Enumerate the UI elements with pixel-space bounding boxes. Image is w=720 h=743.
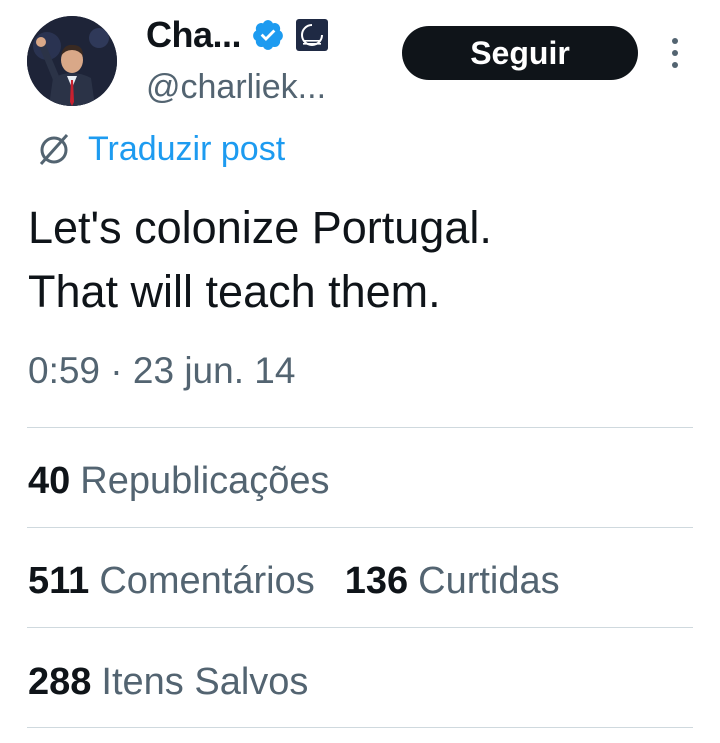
avatar-image xyxy=(27,16,117,106)
divider xyxy=(27,527,693,528)
follow-button[interactable]: Seguir xyxy=(402,26,638,80)
stats-row-reposts: 40 Republicações xyxy=(28,451,330,511)
stats-row-comments-likes: 511 Comentários 136 Curtidas xyxy=(28,551,560,611)
likes-label: Curtidas xyxy=(418,559,560,602)
verified-badge-icon xyxy=(251,18,285,52)
divider xyxy=(27,627,693,628)
author-display-name[interactable]: Cha... xyxy=(146,14,242,56)
comments-count: 511 xyxy=(28,559,90,602)
reposts-stat[interactable]: 40 Republicações xyxy=(28,460,330,503)
translate-post-link[interactable]: Traduzir post xyxy=(88,130,285,169)
divider xyxy=(27,727,693,728)
tweet-timestamp[interactable]: 0:59 · 23 jun. 14 xyxy=(28,350,295,392)
reposts-count: 40 xyxy=(28,459,71,502)
more-vertical-icon[interactable] xyxy=(666,36,684,70)
stats-row-bookmarks: 288 Itens Salvos xyxy=(28,652,308,712)
tweet-text: Let's colonize Portugal. That will teach… xyxy=(28,202,492,317)
reposts-label: Republicações xyxy=(80,459,330,502)
translate-icon xyxy=(36,131,72,167)
likes-stat[interactable]: 136 Curtidas xyxy=(345,560,560,603)
tweet-detail: Cha... @charliek... Seguir Traduzir post… xyxy=(0,0,720,743)
divider xyxy=(27,427,693,428)
bookmarks-stat[interactable]: 288 Itens Salvos xyxy=(28,661,308,704)
bookmarks-label: Itens Salvos xyxy=(101,660,309,703)
organization-badge-icon[interactable] xyxy=(295,18,329,52)
translate-post-row[interactable]: Traduzir post xyxy=(36,128,285,170)
avatar[interactable] xyxy=(27,16,117,106)
comments-stat[interactable]: 511 Comentários xyxy=(28,560,315,603)
likes-count: 136 xyxy=(344,559,409,602)
bookmarks-count: 288 xyxy=(28,660,92,703)
author-name-row[interactable]: Cha... xyxy=(146,12,329,58)
comments-label: Comentários xyxy=(99,559,315,602)
author-handle[interactable]: @charliek... xyxy=(146,68,326,107)
